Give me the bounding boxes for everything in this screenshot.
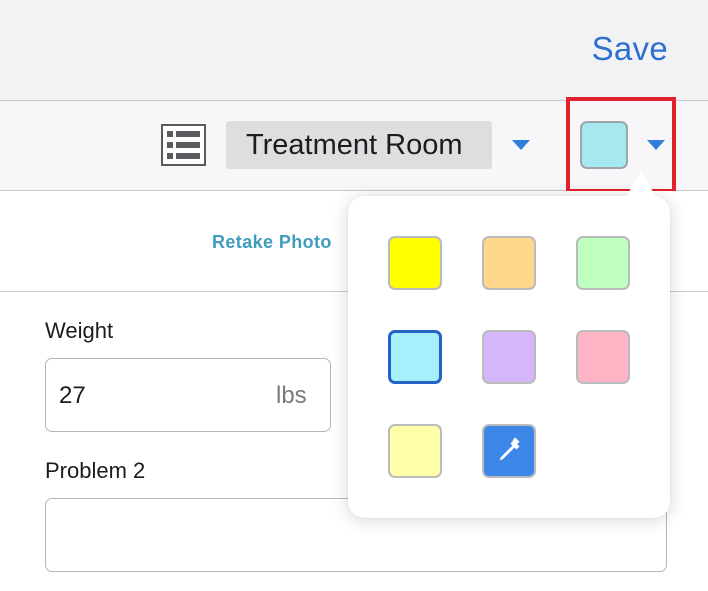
weight-value: 27 <box>59 382 86 409</box>
color-select-button[interactable] <box>580 121 628 169</box>
swatch-orange[interactable] <box>482 236 536 290</box>
swatch-green[interactable] <box>576 236 630 290</box>
chevron-down-icon[interactable] <box>647 140 665 150</box>
weight-label: Weight <box>45 318 114 343</box>
weight-unit: lbs <box>276 382 307 409</box>
eyedropper-button[interactable] <box>482 424 536 478</box>
list-icon[interactable] <box>161 124 206 166</box>
popover-arrow <box>626 171 656 197</box>
swatch-light-yellow[interactable] <box>388 424 442 478</box>
swatch-purple[interactable] <box>482 330 536 384</box>
room-select[interactable]: Treatment Room <box>226 121 492 169</box>
swatch-cyan[interactable] <box>388 330 442 384</box>
problem-2-label: Problem 2 <box>45 458 146 483</box>
nav-bar: Save <box>0 0 708 101</box>
swatch-pink[interactable] <box>576 330 630 384</box>
eyedropper-icon <box>499 437 520 461</box>
swatch-yellow[interactable] <box>388 236 442 290</box>
save-button[interactable]: Save <box>592 30 668 68</box>
retake-photo-button[interactable]: Retake Photo <box>212 232 332 253</box>
chevron-down-icon[interactable] <box>512 140 530 150</box>
